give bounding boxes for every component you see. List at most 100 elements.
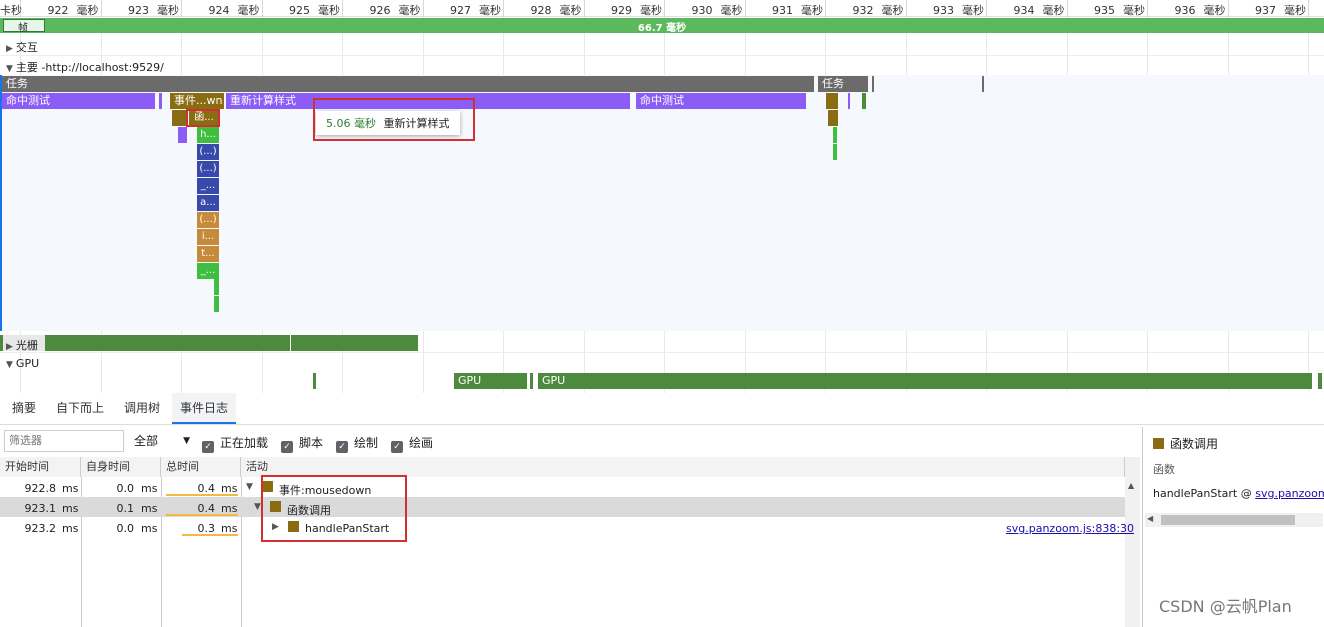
ruler-tick <box>1227 0 1229 17</box>
stack-frame-bar[interactable]: (...) <box>197 161 219 177</box>
watermark: CSDN @云帆Plan <box>1159 597 1292 616</box>
checkbox-rendering[interactable]: ✓ 绘制 <box>336 434 378 453</box>
ruler-tick-label: 927 毫秒 <box>450 4 501 17</box>
stack-frame-bar[interactable]: (...) <box>197 144 219 160</box>
scroll-left-icon[interactable]: ◀ <box>1147 514 1153 523</box>
gpu-bar[interactable]: GPU <box>454 373 527 389</box>
expand-triangle-icon[interactable]: ▶ <box>6 44 13 54</box>
category-swatch-icon <box>1153 438 1164 449</box>
start-time-value: 922.8 <box>24 482 57 495</box>
raster-track[interactable]: ▶ 光栅 <box>0 333 1324 353</box>
checkbox-icon[interactable]: ✓ <box>336 441 348 453</box>
interactions-track[interactable]: ▶ 交互 <box>0 36 1324 56</box>
stack-frame-bar[interactable]: (...) <box>197 212 219 228</box>
tab-call-tree[interactable]: 调用树 <box>116 393 168 424</box>
ruler-tick <box>744 0 746 17</box>
ruler-tick <box>664 0 665 17</box>
table-row[interactable]: 922.8 ms 0.0 ms 0.4 ms ▼ 事件:mousedown <box>0 477 1125 497</box>
frame-duration: 66.7 毫秒 <box>637 23 687 34</box>
time-ruler: 卡秒 922 毫秒 923 毫秒 924 毫秒 925 毫秒 926 毫秒 927 毫秒 928 毫秒 929… <box>0 0 1324 17</box>
checkbox-painting[interactable]: ✓ 绘画 <box>391 434 433 453</box>
event-bar[interactable]: 事件...wn <box>170 93 224 109</box>
horizontal-scrollbar[interactable]: ◀ <box>1145 513 1323 527</box>
tab-bottom-up[interactable]: 自下而上 <box>48 393 112 424</box>
ruler-tick <box>342 0 343 17</box>
source-link[interactable]: svg.panzoom.js:838:30 <box>1006 522 1134 535</box>
hit-test-bar-2[interactable]: 命中测试 <box>636 93 806 109</box>
gpu-bar-2[interactable]: GPU <box>538 373 1312 389</box>
stack-frame-bar[interactable]: _... <box>197 178 219 194</box>
ruler-tick <box>100 0 102 17</box>
ruler-tick <box>1308 0 1309 17</box>
ruler-tick <box>583 0 585 17</box>
table-row[interactable]: 923.1 ms 0.1 ms 0.4 ms ▼ 函数调用 <box>0 497 1125 517</box>
ruler-tick <box>1147 0 1148 17</box>
hit-test-bar[interactable]: 命中测试 <box>2 93 155 109</box>
self-time-unit: ms <box>141 482 158 495</box>
tab-event-log[interactable]: 事件日志 <box>172 393 237 424</box>
ruler-tick-label: 924 毫秒 <box>208 4 260 17</box>
total-time-bar <box>166 514 238 516</box>
expand-triangle-icon[interactable]: ▶ <box>6 342 13 352</box>
main-track-label: 主要 -http://localhost:9529/ <box>15 61 164 74</box>
self-time-unit: ms <box>141 522 158 535</box>
gpu-label: GPU <box>15 357 40 370</box>
details-source-link[interactable]: svg.panzoom.js <box>1255 487 1324 500</box>
task-bar-2[interactable]: 任务 <box>818 76 868 92</box>
ruler-tick-label: 937 毫秒 <box>1255 4 1306 17</box>
header-activity[interactable]: 活动 <box>241 457 1125 477</box>
stack-frame-bar[interactable]: _... <box>197 263 219 279</box>
header-start-time[interactable]: 开始时间 <box>0 457 81 477</box>
gpu-track[interactable]: ▼ GPU GPU GPU <box>0 354 1324 392</box>
collapse-triangle-icon[interactable]: ▼ <box>246 482 253 492</box>
self-time-value: 0.0 <box>116 522 135 535</box>
self-time-value: 0.0 <box>116 482 135 495</box>
details-function: handlePanStart @ svg.panzoom.js <box>1153 487 1324 500</box>
ruler-tick-label: 931 毫秒 <box>772 4 823 17</box>
stack-frame-bar[interactable]: h... <box>197 127 219 143</box>
main-track-header[interactable]: ▼ 主要 -http://localhost:9529/ <box>0 57 1324 75</box>
ruler-tick-label: 935 毫秒 <box>1094 4 1145 17</box>
collapse-triangle-icon[interactable]: ▼ <box>6 64 13 74</box>
details-pane: 函数调用 函数 handlePanStart @ svg.panzoom.js … <box>1142 427 1324 627</box>
table-row[interactable]: 923.2 ms 0.0 ms 0.3 ms ▶ handlePanStart svg.panz… <box>0 517 1134 537</box>
ruler-tick-label: 923 毫秒 <box>128 4 179 17</box>
start-time-unit: ms <box>62 502 79 515</box>
tab-summary[interactable]: 摘要 <box>4 393 44 424</box>
scrollbar[interactable]: ▲ <box>1125 457 1140 627</box>
scroll-up-icon[interactable]: ▲ <box>1128 481 1134 490</box>
bottom-panel: 摘要 自下而上 调用树 事件日志 全部 ▼ ✓正在加载 ✓脚本 ✓绘制 ✓绘画 … <box>0 393 1324 627</box>
collapse-triangle-icon[interactable]: ▼ <box>254 502 261 512</box>
category-select[interactable]: 全部 ▼ <box>130 430 192 452</box>
ruler-tick-label: 934 毫秒 <box>1013 4 1065 17</box>
timeline-area[interactable]: 帧 66.7 毫秒 ▶ 交互 ▼ 主要 -http://localhost:9529… <box>0 17 1324 393</box>
stack-frame-bar[interactable]: a... <box>197 195 219 211</box>
ruler-tick-label: 932 毫秒 <box>852 4 904 17</box>
details-title-row: 函数调用 <box>1153 435 1218 452</box>
chevron-down-icon: ▼ <box>183 436 190 446</box>
stack-frame-bar[interactable]: i... <box>197 229 219 245</box>
checkbox-icon[interactable]: ✓ <box>202 441 214 453</box>
highlight-box-activity <box>261 475 407 542</box>
scrollbar-thumb[interactable] <box>1161 515 1295 525</box>
checkbox-icon[interactable]: ✓ <box>281 441 293 453</box>
self-time-value: 0.1 <box>116 502 135 515</box>
header-total-time[interactable]: 总时间 <box>161 457 241 477</box>
ruler-tick-label: 卡秒 <box>0 4 22 17</box>
total-time-bar <box>182 534 238 536</box>
checkbox-icon[interactable]: ✓ <box>391 441 403 453</box>
task-bar[interactable]: 任务 <box>2 76 814 92</box>
details-label: 函数 <box>1153 463 1175 476</box>
collapse-triangle-icon[interactable]: ▼ <box>6 360 13 370</box>
total-time-bar <box>166 494 238 496</box>
stack-frame-bar[interactable]: t... <box>197 246 219 262</box>
header-self-time[interactable]: 自身时间 <box>81 457 161 477</box>
ruler-tick <box>422 0 424 17</box>
self-time-unit: ms <box>141 502 158 515</box>
checkbox-scripting[interactable]: ✓ 脚本 <box>281 434 323 453</box>
filter-input[interactable] <box>4 430 124 452</box>
checkbox-loading[interactable]: ✓ 正在加载 <box>202 434 268 453</box>
tab-bar: 摘要 自下而上 调用树 事件日志 <box>0 393 1324 425</box>
ruler-tick <box>261 0 263 17</box>
ruler-tick <box>905 0 907 17</box>
